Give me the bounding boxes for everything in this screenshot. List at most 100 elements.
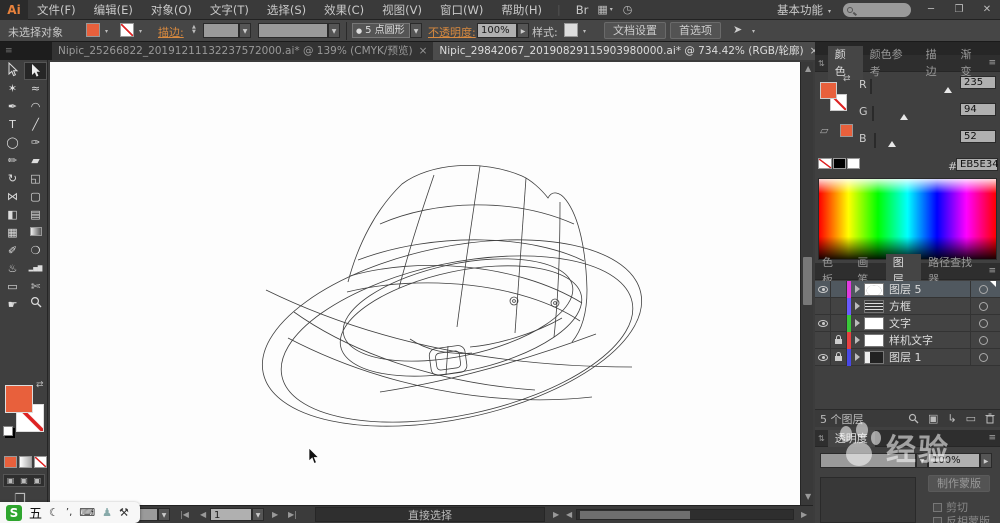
visibility-toggle[interactable] — [815, 331, 831, 349]
draw-behind-icon[interactable]: ▣ — [20, 476, 28, 485]
free-transform-tool[interactable]: ▢ — [24, 188, 47, 206]
visibility-toggle[interactable] — [815, 348, 831, 366]
scale-tool[interactable]: ◱ — [24, 170, 47, 188]
draw-inside-icon[interactable]: ▣ — [34, 476, 42, 485]
panel-collapse-icon[interactable]: ⇅ — [815, 59, 828, 68]
type-tool[interactable]: T — [1, 116, 24, 134]
paintbrush-tool[interactable]: ✑ — [24, 134, 47, 152]
vertical-scroll-thumb[interactable] — [803, 257, 812, 305]
make-mask-button[interactable]: 制作蒙版 — [928, 475, 990, 492]
transparency-opacity-input[interactable]: 100% — [928, 453, 980, 468]
ime-keyboard-icon[interactable]: ⌨ — [79, 506, 95, 519]
artboard-tool[interactable]: ▭ — [1, 278, 24, 296]
menu-object[interactable]: 对象(O) — [142, 0, 201, 20]
arrange-dropdown-icon[interactable]: ▾ — [610, 6, 613, 13]
black-swatch[interactable] — [833, 158, 846, 169]
layer-row[interactable]: 样机文字 — [815, 331, 1000, 349]
symbol-sprayer-tool[interactable]: ♨ — [1, 260, 24, 278]
document-tab[interactable]: Nipic_25266822_20191211132237572000.ai* … — [52, 42, 434, 60]
eyedropper-tool[interactable]: ✐ — [1, 242, 24, 260]
brush-definition-select[interactable]: ● 5 点圆形 — [352, 23, 410, 38]
ime-mode-label[interactable]: 五 — [29, 503, 42, 522]
bridge-button[interactable]: Br — [567, 0, 598, 20]
opacity-panel-link[interactable]: 不透明度: — [428, 24, 476, 40]
tabbar-collapse-icon[interactable]: ≡ — [0, 42, 52, 60]
color-mode-button[interactable] — [4, 456, 17, 468]
hand-tool[interactable]: ☛ — [1, 296, 24, 314]
fill-color-swatch[interactable] — [86, 23, 100, 37]
lasso-tool[interactable]: ≈ — [24, 80, 47, 98]
opacity-dropdown-icon[interactable]: ▶ — [517, 23, 529, 38]
blend-mode-select[interactable] — [820, 453, 916, 468]
layer-row[interactable]: 图层 5 — [815, 280, 1000, 298]
fill-proxy-swatch[interactable] — [5, 385, 33, 413]
zoom-dropdown-icon[interactable]: ▼ — [158, 508, 170, 521]
r-slider-thumb[interactable] — [944, 87, 952, 93]
panel-menu-icon[interactable]: ≡ — [988, 433, 1000, 443]
expand-arrow-icon[interactable] — [855, 285, 860, 293]
expand-arrow-icon[interactable] — [855, 319, 860, 327]
swap-fill-stroke-icon[interactable]: ⇄ — [36, 380, 44, 390]
ime-wrench-icon[interactable]: ⚒ — [119, 506, 129, 519]
gradient-mode-button[interactable] — [19, 456, 32, 468]
last-color-swatch[interactable] — [840, 124, 853, 137]
close-button[interactable]: ✕ — [976, 0, 998, 20]
direct-selection-tool[interactable] — [24, 62, 47, 80]
cs-live-icon[interactable]: ◷ — [623, 3, 633, 16]
b-slider-thumb[interactable] — [888, 141, 896, 147]
r-slider[interactable] — [870, 79, 952, 94]
sogou-logo[interactable]: S — [6, 504, 22, 521]
tab-close-icon[interactable]: × — [419, 45, 428, 57]
none-mode-button[interactable] — [34, 456, 47, 468]
menu-select[interactable]: 选择(S) — [258, 0, 315, 20]
new-layer-icon[interactable]: ▭ — [966, 412, 976, 425]
layer-target[interactable] — [970, 315, 996, 332]
visibility-toggle[interactable] — [815, 297, 831, 315]
rotate-tool[interactable]: ↻ — [1, 170, 24, 188]
scroll-up-icon[interactable]: ▲ — [801, 64, 815, 73]
lock-toggle[interactable] — [831, 280, 847, 298]
zoom-tool[interactable] — [24, 296, 47, 314]
first-artboard-icon[interactable]: |◀ — [176, 510, 193, 519]
lock-toggle[interactable] — [831, 331, 847, 349]
stroke-weight-select[interactable] — [203, 23, 239, 38]
delete-layer-icon[interactable] — [985, 413, 995, 424]
eraser-tool[interactable]: ▰ — [24, 152, 47, 170]
gradient-tool[interactable] — [24, 224, 47, 242]
document-setup-button[interactable]: 文档设置 — [604, 22, 666, 39]
blend-tool[interactable]: ❍ — [24, 242, 47, 260]
horizontal-scroll-thumb[interactable] — [580, 511, 690, 519]
style-dropdown-icon[interactable]: ▾ — [583, 28, 586, 35]
lock-toggle[interactable] — [831, 297, 847, 315]
visibility-toggle[interactable] — [815, 314, 831, 332]
canvas[interactable] — [50, 62, 800, 505]
default-fill-stroke-icon[interactable] — [3, 426, 13, 436]
minimize-button[interactable]: ─ — [920, 0, 942, 20]
stroke-weight-stepper[interactable]: ▲ ▼ — [192, 25, 196, 35]
opacity-input[interactable]: 100% — [477, 23, 517, 38]
expand-arrow-icon[interactable] — [855, 302, 860, 310]
layer-target[interactable] — [970, 349, 996, 366]
profile-select[interactable] — [258, 23, 328, 38]
menu-file[interactable]: 文件(F) — [28, 0, 85, 20]
r-value-input[interactable]: 235 — [960, 76, 996, 89]
last-artboard-icon[interactable]: ▶| — [284, 510, 301, 519]
white-swatch[interactable] — [847, 158, 860, 169]
magic-wand-tool[interactable]: ✶ — [1, 80, 24, 98]
g-value-input[interactable]: 94 — [960, 103, 996, 116]
vertical-scrollbar[interactable]: ▲ ▼ — [800, 62, 813, 505]
blend-mode-dropdown-icon[interactable]: ▼ — [916, 453, 928, 468]
color-swap-icon[interactable]: ⇄ — [843, 74, 851, 84]
restore-button[interactable]: ❐ — [948, 0, 970, 20]
panel-collapse-icon[interactable]: ⇅ — [815, 434, 828, 443]
artboard-number-input[interactable]: 1 — [210, 508, 252, 521]
expand-arrow-icon[interactable] — [855, 336, 860, 344]
layer-name[interactable]: 样机文字 — [889, 332, 933, 348]
document-tab-active[interactable]: Nipic_29842067_20190829115903980000.ai* … — [433, 42, 825, 60]
stroke-weight-dropdown-icon[interactable]: ▼ — [239, 23, 251, 38]
hscroll-left-icon[interactable]: ◀ — [562, 510, 576, 519]
layer-name[interactable]: 方框 — [889, 298, 911, 314]
curvature-tool[interactable]: ◠ — [24, 98, 47, 116]
menu-view[interactable]: 视图(V) — [373, 0, 431, 20]
panel-menu-icon[interactable]: ≡ — [988, 58, 1000, 68]
